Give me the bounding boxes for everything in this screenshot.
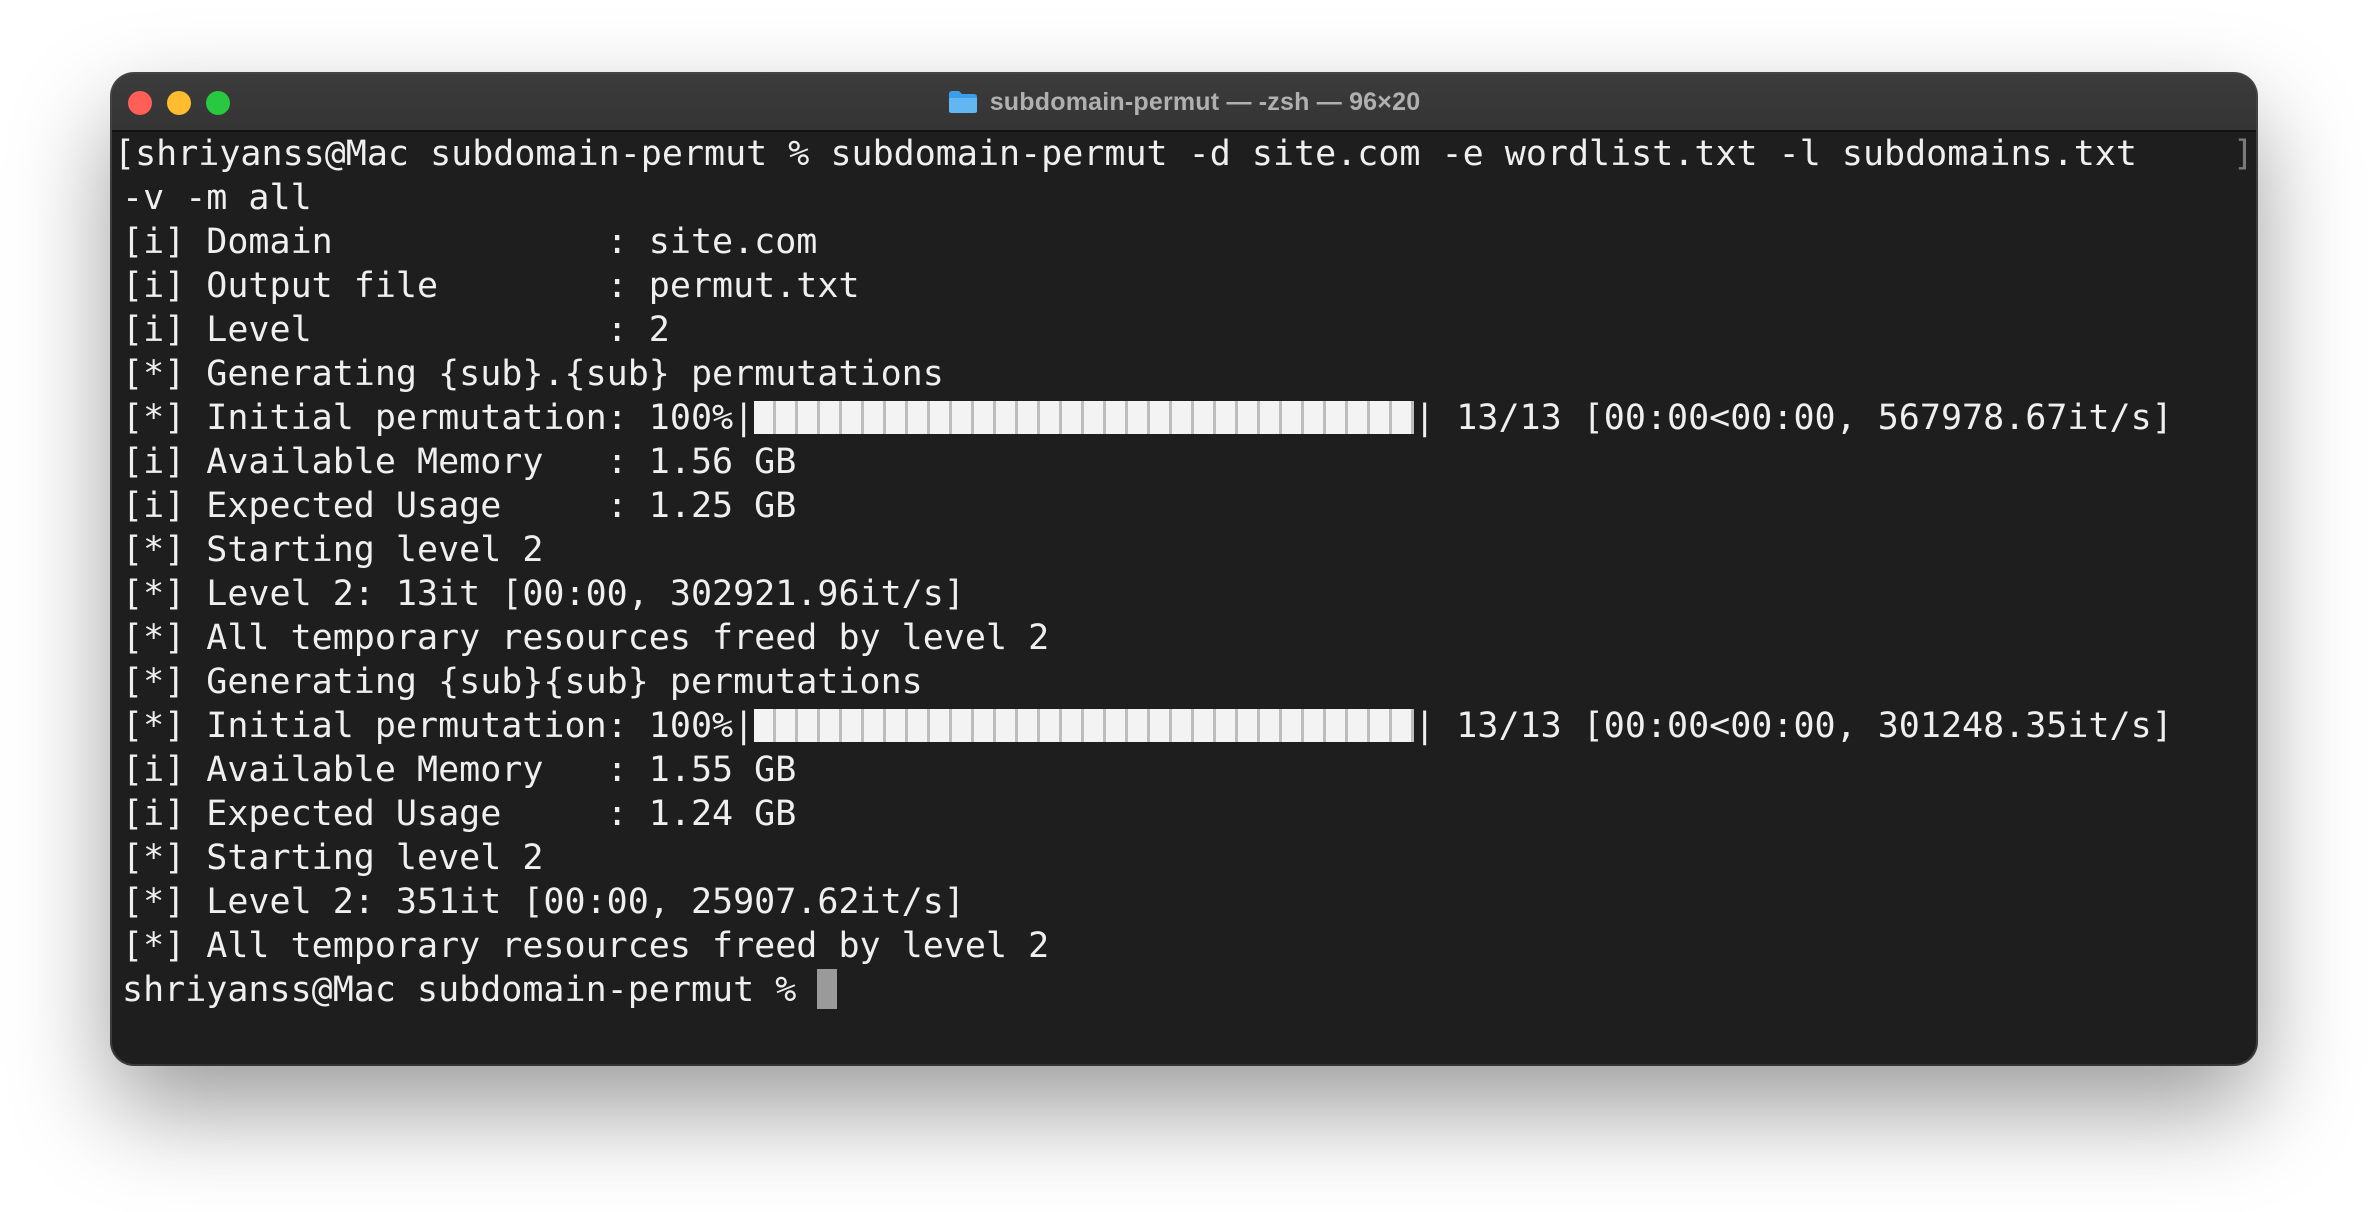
output-line: [i] Available Memory : 1.56 GB — [122, 442, 797, 482]
line-wrap-marker: ] — [2232, 134, 2254, 174]
command-text: subdomain-permut -d site.com -e wordlist… — [830, 134, 2158, 174]
progress-suffix: | 13/13 [00:00<00:00, 301248.35it/s] — [1414, 706, 2173, 746]
progress-suffix: | 13/13 [00:00<00:00, 567978.67it/s] — [1414, 398, 2173, 438]
text-cursor — [817, 969, 838, 1009]
output-line: [i] Domain : site.com — [122, 222, 818, 262]
prompt-line[interactable]: shriyanss@Mac subdomain-permut % — [122, 968, 838, 1012]
output-line: [i] Expected Usage : 1.25 GB — [122, 486, 797, 526]
terminal-window[interactable]: subdomain-permut — -zsh — 96×20 [shriyan… — [112, 74, 2256, 1064]
command-line: [shriyanss@Mac subdomain-permut % subdom… — [114, 132, 2158, 176]
output-line: [i] Available Memory : 1.55 GB — [122, 750, 797, 790]
output-line: [*] Starting level 2 — [122, 530, 544, 570]
window-title-group: subdomain-permut — -zsh — 96×20 — [112, 74, 2256, 130]
progress-line: [*] Initial permutation: 100%| | 13/13 [0… — [122, 704, 2173, 748]
progress-prefix: [*] Initial permutation: 100%| — [122, 398, 755, 438]
terminal-output[interactable]: [shriyanss@Mac subdomain-permut % subdom… — [114, 132, 2252, 1062]
output-line: [*] All temporary resources freed by lev… — [122, 618, 1050, 658]
command-line-continued: -v -m all — [122, 178, 312, 218]
progress-prefix: [*] Initial permutation: 100%| — [122, 706, 755, 746]
window-title: subdomain-permut — -zsh — 96×20 — [989, 87, 1421, 116]
output-line: [*] All temporary resources freed by lev… — [122, 926, 1050, 966]
output-line: [i] Level : 2 — [122, 310, 670, 350]
command-prompt: [shriyanss@Mac subdomain-permut % — [114, 134, 831, 174]
output-line: [*] Level 2: 13it [00:00, 302921.96it/s] — [122, 574, 965, 614]
output-line: [i] Output file : permut.txt — [122, 266, 860, 306]
output-line: [*] Starting level 2 — [122, 838, 544, 878]
output-line: [*] Generating {sub}{sub} permutations — [122, 662, 923, 702]
shell-prompt: shriyanss@Mac subdomain-permut % — [122, 970, 818, 1010]
output-line: [i] Expected Usage : 1.24 GB — [122, 794, 797, 834]
progress-line: [*] Initial permutation: 100%| | 13/13 [0… — [122, 396, 2173, 440]
folder-icon — [948, 91, 977, 113]
progress-bar — [754, 401, 1415, 434]
progress-bar — [754, 709, 1415, 742]
output-line: [*] Level 2: 351it [00:00, 25907.62it/s] — [122, 882, 965, 922]
output-line: [*] Generating {sub}.{sub} permutations — [122, 354, 944, 394]
title-bar[interactable]: subdomain-permut — -zsh — 96×20 — [112, 74, 2256, 132]
